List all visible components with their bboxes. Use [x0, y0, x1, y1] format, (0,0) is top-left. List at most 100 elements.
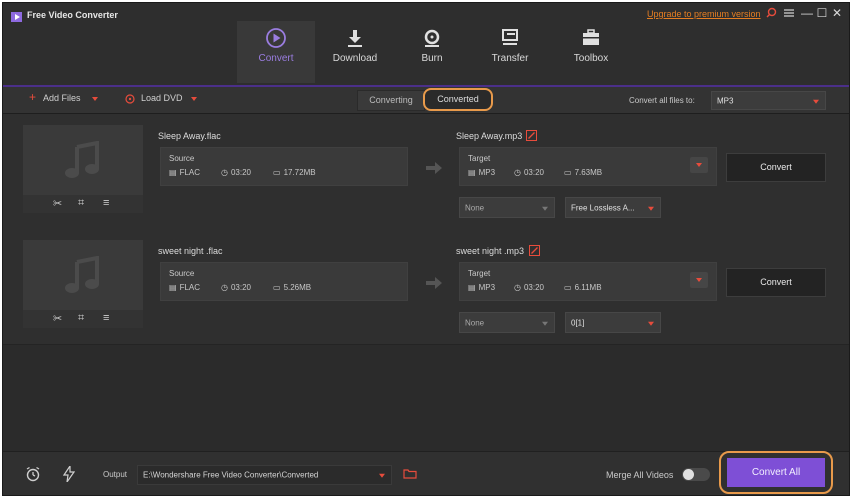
- file-row: ✂ ⌗ ≡ Sleep Away.flac Source ▤ FLAC ◷ 03:2…: [3, 114, 849, 230]
- alarm-clock-icon[interactable]: [25, 466, 41, 482]
- chevron-down-icon: [813, 99, 819, 104]
- app-title: Free Video Converter: [27, 10, 118, 20]
- file-thumbnail: ✂ ⌗ ≡: [23, 125, 143, 213]
- folder-icon: ▭: [564, 283, 572, 292]
- source-size-value: 5.26MB: [283, 283, 312, 292]
- toolbar: + Add Files Load DVD Converting Converte…: [3, 87, 849, 114]
- maximize-button[interactable]: ☐: [816, 6, 828, 20]
- source-size-value: 17.72MB: [283, 168, 316, 177]
- subtitle-select[interactable]: None: [459, 312, 555, 333]
- format-icon: ▤: [169, 168, 177, 177]
- trim-icon[interactable]: ✂: [53, 312, 62, 325]
- target-format-dropdown[interactable]: [690, 272, 708, 288]
- target-format-dropdown[interactable]: [690, 157, 708, 173]
- music-note-icon: [65, 141, 99, 178]
- lightning-icon[interactable]: [63, 466, 75, 482]
- target-format: ▤ MP3: [468, 283, 495, 292]
- target-duration: ◷ 03:20: [514, 168, 544, 177]
- convert-all-format-select[interactable]: MP3: [711, 91, 826, 110]
- chevron-down-icon: [542, 321, 548, 326]
- file-row: ✂ ⌗ ≡ sweet night .flac Source ▤ FLAC ◷ 03…: [3, 229, 849, 345]
- minimize-button[interactable]: —: [801, 6, 813, 20]
- load-dvd-dropdown-icon[interactable]: [191, 97, 197, 101]
- target-duration: ◷ 03:20: [514, 283, 544, 292]
- source-duration-value: 03:20: [230, 168, 252, 177]
- edit-icon[interactable]: [526, 130, 537, 141]
- subtitle-select-value: None: [465, 318, 485, 327]
- trim-icon[interactable]: ✂: [53, 197, 62, 210]
- chevron-down-icon: [648, 206, 654, 211]
- tab-convert[interactable]: Convert: [237, 21, 315, 83]
- source-file-name: sweet night .flac: [158, 246, 223, 256]
- dvd-icon: [125, 94, 135, 104]
- clock-icon: ◷: [514, 168, 521, 177]
- source-format: ▤ FLAC: [169, 168, 200, 177]
- upgrade-link[interactable]: Upgrade to premium version: [647, 9, 761, 19]
- chevron-down-icon: [379, 473, 385, 478]
- tab-toolbox[interactable]: Toolbox: [552, 21, 630, 83]
- output-path-select[interactable]: E:\Wondershare Free Video Converter\Conv…: [137, 465, 392, 485]
- folder-open-icon[interactable]: [403, 468, 417, 479]
- tab-converting[interactable]: Converting: [357, 90, 425, 111]
- convert-all-button[interactable]: Convert All: [727, 458, 825, 487]
- tab-burn-label: Burn: [421, 53, 443, 64]
- tab-transfer-label: Transfer: [491, 53, 529, 64]
- target-size: ▭ 6.11MB: [564, 283, 602, 292]
- target-file-name: sweet night .mp3: [456, 246, 525, 256]
- crop-icon[interactable]: ⌗: [78, 312, 84, 325]
- source-size: ▭ 5.26MB: [273, 283, 311, 292]
- format-icon: ▤: [468, 168, 476, 177]
- music-note-icon: [65, 256, 99, 293]
- load-dvd-button[interactable]: Load DVD: [141, 93, 183, 103]
- convert-button[interactable]: Convert: [726, 268, 826, 297]
- subtitle-select[interactable]: None: [459, 197, 555, 218]
- folder-icon: ▭: [273, 283, 281, 292]
- output-path-value: E:\Wondershare Free Video Converter\Conv…: [143, 470, 319, 480]
- target-info[interactable]: Target ▤ MP3 ◷ 03:20 ▭ 7.63MB: [459, 147, 717, 186]
- transfer-icon: [502, 29, 518, 45]
- download-icon: [348, 30, 362, 47]
- search-icon[interactable]: [766, 6, 778, 20]
- toolbox-icon: [583, 29, 599, 45]
- arrow-right-icon: [426, 162, 442, 174]
- effects-icon[interactable]: ≡: [103, 197, 109, 209]
- audio-track-select-value: 0[1]: [571, 318, 585, 327]
- chevron-down-icon: [696, 278, 702, 282]
- tab-transfer[interactable]: Transfer: [471, 21, 549, 83]
- crop-icon[interactable]: ⌗: [78, 197, 84, 210]
- merge-videos-toggle[interactable]: [682, 468, 710, 481]
- tab-converted[interactable]: Converted: [423, 88, 493, 111]
- file-thumbnail: ✂ ⌗ ≡: [23, 240, 143, 328]
- folder-icon: ▭: [564, 168, 572, 177]
- effects-icon[interactable]: ≡: [103, 312, 109, 324]
- source-duration: ◷ 03:20: [221, 283, 251, 292]
- merge-videos-label: Merge All Videos: [606, 470, 674, 480]
- target-duration-value: 03:20: [523, 168, 545, 177]
- target-duration-value: 03:20: [523, 283, 545, 292]
- menu-icon[interactable]: [783, 6, 795, 20]
- source-label: Source: [169, 154, 195, 163]
- chevron-down-icon: [696, 163, 702, 167]
- app-window: Free Video Converter Upgrade to premium …: [2, 2, 850, 496]
- add-files-button[interactable]: Add Files: [43, 93, 81, 103]
- clock-icon: ◷: [221, 168, 228, 177]
- convert-all-to-label: Convert all files to:: [629, 96, 695, 105]
- title-bar: Free Video Converter Upgrade to premium …: [3, 3, 849, 87]
- edit-icon[interactable]: [529, 245, 540, 256]
- status-segmented-control: Converting Converted: [357, 88, 493, 111]
- audio-track-select[interactable]: Free Lossless A...: [565, 197, 661, 218]
- tab-burn[interactable]: Burn: [393, 21, 471, 83]
- tab-toolbox-label: Toolbox: [573, 53, 609, 64]
- source-format-value: FLAC: [179, 283, 201, 292]
- audio-track-select[interactable]: 0[1]: [565, 312, 661, 333]
- add-files-dropdown-icon[interactable]: [92, 97, 98, 101]
- tab-download[interactable]: Download: [316, 21, 394, 83]
- source-duration-value: 03:20: [230, 283, 252, 292]
- source-duration: ◷ 03:20: [221, 168, 251, 177]
- target-info[interactable]: Target ▤ MP3 ◷ 03:20 ▭ 6.11MB: [459, 262, 717, 301]
- close-button[interactable]: ✕: [831, 6, 843, 20]
- arrow-right-icon: [426, 277, 442, 289]
- format-icon: ▤: [169, 283, 177, 292]
- output-label: Output: [103, 470, 128, 479]
- convert-button[interactable]: Convert: [726, 153, 826, 182]
